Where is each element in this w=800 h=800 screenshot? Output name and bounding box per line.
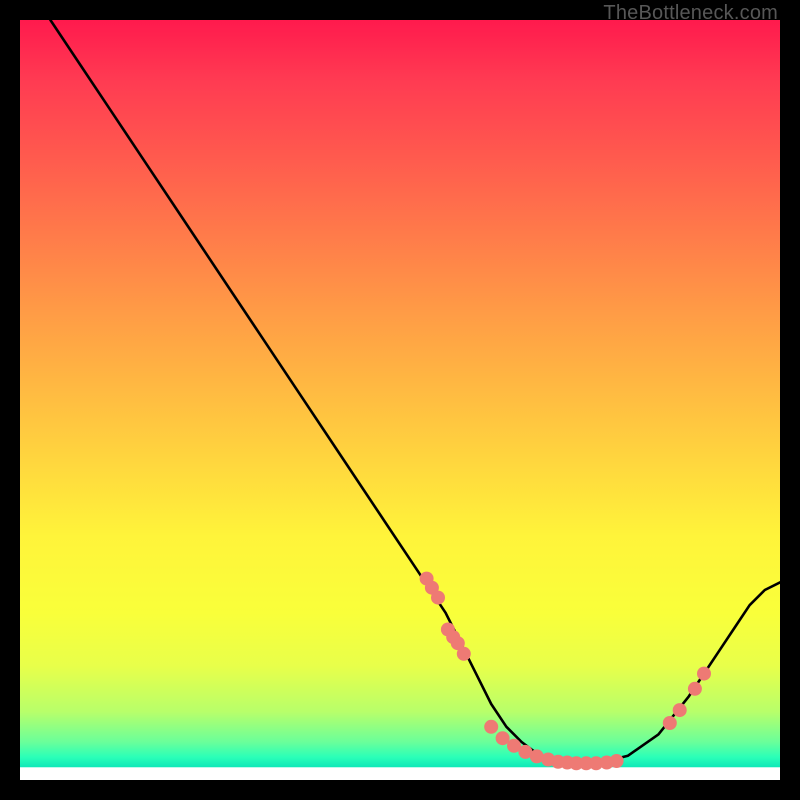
data-point bbox=[663, 716, 677, 730]
gradient-plot-area bbox=[20, 20, 780, 780]
data-point bbox=[610, 754, 624, 768]
data-point bbox=[457, 647, 471, 661]
data-point bbox=[496, 731, 510, 745]
data-point bbox=[697, 667, 711, 681]
chart-svg bbox=[20, 20, 780, 780]
watermark-text: TheBottleneck.com bbox=[603, 2, 778, 25]
data-point bbox=[431, 591, 445, 605]
curve-path bbox=[50, 20, 780, 764]
data-point bbox=[688, 682, 702, 696]
data-point bbox=[484, 720, 498, 734]
data-point bbox=[673, 703, 687, 717]
